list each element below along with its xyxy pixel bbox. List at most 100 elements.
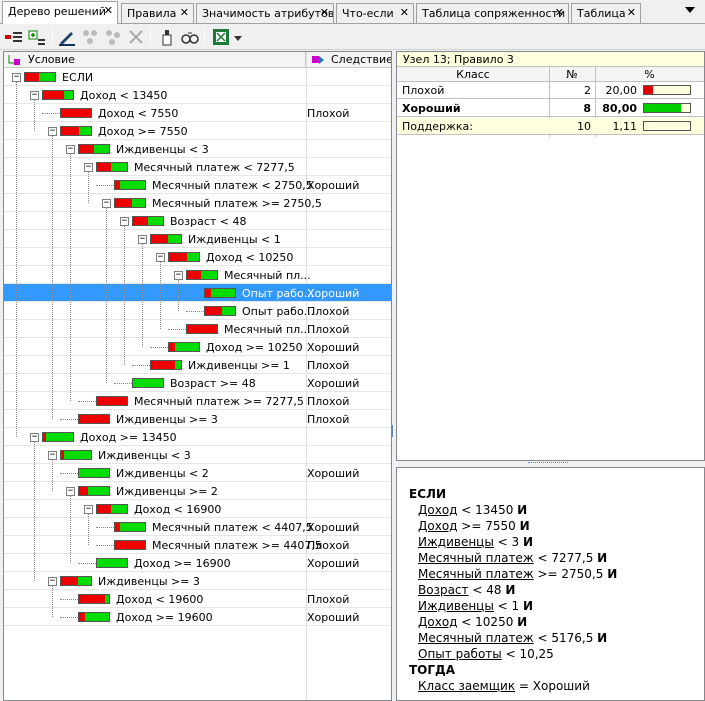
filter-icon[interactable] bbox=[157, 27, 177, 47]
rule-attribute[interactable]: Месячный платеж bbox=[418, 631, 534, 645]
collapse-toggle-icon[interactable]: − bbox=[84, 505, 93, 514]
rule-operator: < 5176,5 bbox=[537, 631, 594, 645]
tree-row[interactable]: Иждивенцы >= 1 Плохой bbox=[4, 356, 391, 374]
node-condition-label: Месячный пл... bbox=[224, 323, 311, 336]
tree-row[interactable]: − Доход < 13450 bbox=[4, 86, 391, 104]
tree-row[interactable]: − Иждивенцы >= 2 bbox=[4, 482, 391, 500]
rule-attribute[interactable]: Иждивенцы bbox=[418, 599, 494, 613]
collapse-toggle-icon[interactable]: − bbox=[48, 451, 57, 460]
node-edit-icon[interactable] bbox=[103, 27, 123, 47]
tab-what-if[interactable]: Что-если ✕ bbox=[336, 3, 414, 23]
class-stat-row[interactable]: Поддержка: 10 1,11 bbox=[397, 118, 704, 135]
rule-target-attribute[interactable]: Класс заемщик bbox=[418, 679, 515, 693]
tab-table[interactable]: Таблица ✕ bbox=[571, 3, 641, 23]
tree-row[interactable]: Иждивенцы >= 3 Плохой bbox=[4, 410, 391, 428]
collapse-toggle-icon[interactable]: − bbox=[174, 271, 183, 280]
close-icon[interactable]: ✕ bbox=[180, 7, 189, 19]
tab-contingency-table[interactable]: Таблица сопряженности ✕ bbox=[416, 3, 569, 23]
class-stat-row[interactable]: Хороший 8 80,00 bbox=[397, 100, 704, 117]
close-icon[interactable]: ✕ bbox=[555, 7, 564, 19]
tree-row[interactable]: Доход < 7550 Плохой bbox=[4, 104, 391, 122]
tree-row[interactable]: − Доход < 16900 bbox=[4, 500, 391, 518]
rule-attribute[interactable]: Месячный платеж bbox=[418, 551, 534, 565]
tree-row[interactable]: − Иждивенцы < 3 bbox=[4, 140, 391, 158]
collapse-toggle-icon[interactable]: − bbox=[84, 163, 93, 172]
tree-row[interactable]: Месячный платеж < 4407,5 Хороший bbox=[4, 518, 391, 536]
tree-row[interactable]: Доход >= 10250 Хороший bbox=[4, 338, 391, 356]
collapse-toggle-icon[interactable]: − bbox=[102, 199, 111, 208]
condition-column-header[interactable]: Условие bbox=[4, 52, 306, 68]
tree-guide-line bbox=[16, 82, 17, 437]
rule-attribute[interactable]: Опыт работы bbox=[418, 647, 502, 661]
tree-row[interactable]: Доход >= 16900 Хороший bbox=[4, 554, 391, 572]
class-stat-row[interactable]: Плохой 2 20,00 bbox=[397, 82, 704, 99]
tree-connector bbox=[186, 311, 204, 312]
tree-row[interactable]: Месячный платеж >= 7277,5 Плохой bbox=[4, 392, 391, 410]
percent-bar-fill bbox=[644, 86, 653, 94]
close-icon[interactable]: ✕ bbox=[320, 7, 329, 19]
rule-attribute[interactable]: Возраст bbox=[418, 583, 469, 597]
result-column-header[interactable]: Следствие bbox=[307, 52, 391, 68]
splitter-grip[interactable] bbox=[528, 462, 568, 465]
tree-row[interactable]: − Доход < 10250 bbox=[4, 248, 391, 266]
tree-row[interactable]: Месячный пл... Плохой bbox=[4, 320, 391, 338]
tree-row[interactable]: Возраст >= 48 Хороший bbox=[4, 374, 391, 392]
tree-row[interactable]: − Месячный пл... bbox=[4, 266, 391, 284]
tree-properties-icon[interactable] bbox=[57, 27, 77, 47]
rule-attribute[interactable]: Месячный платеж bbox=[418, 567, 534, 581]
find-icon[interactable] bbox=[180, 27, 200, 47]
class-distribution-bar bbox=[42, 432, 74, 442]
collapse-toggle-icon[interactable]: − bbox=[48, 577, 57, 586]
tab-attribute-importance[interactable]: Значимость атрибутов ✕ bbox=[196, 3, 334, 23]
node-condition-label: Опыт рабо... bbox=[242, 287, 315, 300]
close-icon[interactable]: ✕ bbox=[400, 7, 409, 19]
bad-class-share bbox=[25, 73, 39, 81]
tab-rules[interactable]: Правила ✕ bbox=[121, 3, 194, 23]
tree-row[interactable]: − Иждивенцы < 1 bbox=[4, 230, 391, 248]
tree-row[interactable]: − Возраст < 48 bbox=[4, 212, 391, 230]
close-icon[interactable]: ✕ bbox=[104, 5, 113, 17]
rule-attribute[interactable]: Доход bbox=[418, 503, 457, 517]
rule-attribute[interactable]: Доход bbox=[418, 519, 457, 533]
tree-row[interactable]: − Месячный платеж >= 2750,5 bbox=[4, 194, 391, 212]
tree-row[interactable]: Опыт рабо... Хороший bbox=[4, 284, 391, 302]
rule-attribute[interactable]: Иждивенцы bbox=[418, 535, 494, 549]
tree-row[interactable]: − Иждивенцы >= 3 bbox=[4, 572, 391, 590]
tree-row[interactable]: Месячный платеж >= 4407,5 Плохой bbox=[4, 536, 391, 554]
excel-export-icon[interactable] bbox=[211, 27, 231, 47]
bad-class-share bbox=[115, 523, 120, 531]
class-distribution-bar bbox=[78, 468, 110, 478]
collapse-toggle-icon[interactable]: − bbox=[66, 145, 75, 154]
tree-row[interactable]: Доход < 19600 Плохой bbox=[4, 590, 391, 608]
tree-row[interactable]: Опыт рабо... Плохой bbox=[4, 302, 391, 320]
tree-row[interactable]: − Доход >= 13450 bbox=[4, 428, 391, 446]
collapse-toggle-icon[interactable]: − bbox=[156, 253, 165, 262]
tab-list-dropdown-icon[interactable] bbox=[685, 7, 695, 13]
tree-connector bbox=[150, 347, 168, 348]
collapse-toggle-icon[interactable]: − bbox=[138, 235, 147, 244]
tab-decision-tree[interactable]: Дерево решений ✕ bbox=[2, 1, 118, 24]
collapse-toggle-icon[interactable]: − bbox=[30, 91, 39, 100]
node-add-icon[interactable] bbox=[80, 27, 100, 47]
tree-row[interactable]: Иждивенцы < 2 Хороший bbox=[4, 464, 391, 482]
tree-row[interactable]: − Месячный платеж < 7277,5 bbox=[4, 158, 391, 176]
dropdown-arrow-icon[interactable] bbox=[232, 27, 244, 47]
tree-row[interactable]: Месячный платеж < 2750,5 Хороший bbox=[4, 176, 391, 194]
collapse-toggle-icon[interactable]: − bbox=[48, 127, 57, 136]
tree-row[interactable]: − ЕСЛИ bbox=[4, 68, 391, 86]
collapse-all-icon[interactable] bbox=[27, 27, 47, 47]
collapse-toggle-icon[interactable]: − bbox=[66, 487, 75, 496]
rule-condition: Иждивенцы < 1 И bbox=[409, 598, 617, 614]
collapse-toggle-icon[interactable]: − bbox=[30, 433, 39, 442]
delete-icon[interactable] bbox=[126, 27, 146, 47]
collapse-toggle-icon[interactable]: − bbox=[120, 217, 129, 226]
expand-all-icon[interactable] bbox=[4, 27, 24, 47]
close-icon[interactable]: ✕ bbox=[627, 7, 636, 19]
tree-row[interactable]: − Доход >= 7550 bbox=[4, 122, 391, 140]
collapse-toggle-icon[interactable]: − bbox=[12, 73, 21, 82]
rule-attribute[interactable]: Доход bbox=[418, 615, 457, 629]
tree-row[interactable]: Доход >= 19600 Хороший bbox=[4, 608, 391, 626]
tree-row[interactable]: − Иждивенцы < 3 bbox=[4, 446, 391, 464]
class-distribution-bar bbox=[78, 594, 110, 604]
class-distribution-bar bbox=[60, 576, 92, 586]
